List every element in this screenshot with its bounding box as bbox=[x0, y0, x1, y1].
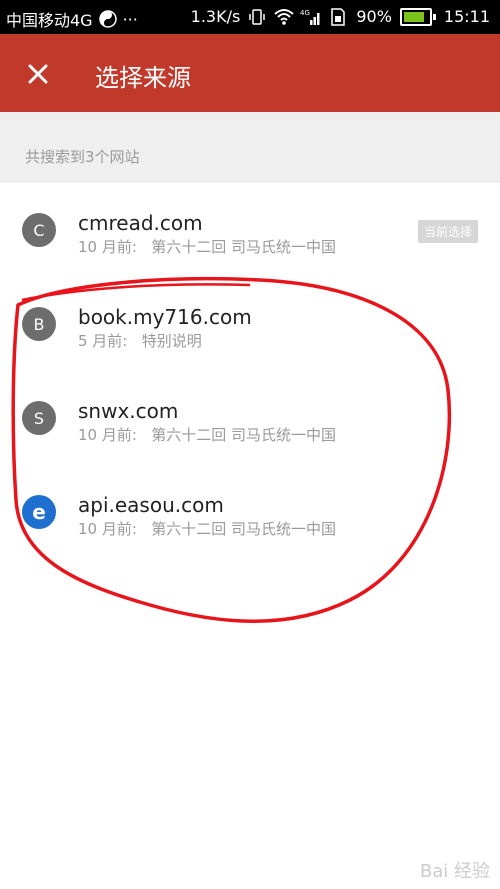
latest-chapter: 第六十二回 司马氏统一中国 bbox=[151, 426, 337, 444]
avatar: C bbox=[22, 213, 56, 247]
update-time: 10 月前: bbox=[78, 238, 137, 256]
status-bar: 中国移动4G ··· 1.3K/s 4G 90% 15:11 bbox=[0, 0, 500, 34]
summary-bar: 共搜索到3个网站 bbox=[0, 112, 500, 183]
yin-yang-icon bbox=[98, 10, 117, 28]
update-time: 10 月前: bbox=[78, 520, 137, 538]
update-info: 10 月前: 第六十二回 司马氏统一中国 bbox=[78, 518, 336, 539]
result-count: 共搜索到3个网站 bbox=[25, 148, 140, 166]
sim-icon bbox=[330, 7, 348, 26]
latest-chapter: 特别说明 bbox=[141, 332, 202, 350]
clock: 15:11 bbox=[443, 7, 490, 26]
latest-chapter: 第六十二回 司马氏统一中国 bbox=[151, 520, 337, 538]
update-info: 5 月前: 特别说明 bbox=[78, 330, 202, 351]
update-info: 10 月前: 第六十二回 司马氏统一中国 bbox=[78, 424, 336, 445]
network-speed: 1.3K/s bbox=[190, 7, 241, 26]
status-left: 中国移动4G ··· bbox=[6, 7, 138, 31]
battery-percent: 90% bbox=[356, 7, 392, 26]
update-info: 10 月前: 第六十二回 司马氏统一中国 bbox=[78, 236, 336, 257]
site-name: book.my716.com bbox=[78, 305, 252, 329]
status-right: 1.3K/s 4G 90% 15:11 bbox=[191, 7, 490, 26]
avatar: B bbox=[22, 307, 56, 341]
list-item-source[interactable]: C cmread.com 10 月前: 第六十二回 司马氏统一中国 当前选择 bbox=[0, 183, 500, 277]
latest-chapter: 第六十二回 司马氏统一中国 bbox=[151, 238, 337, 256]
vibrate-icon bbox=[248, 8, 266, 26]
current-selection-badge: 当前选择 bbox=[417, 220, 478, 243]
battery-icon bbox=[399, 7, 436, 26]
update-time: 10 月前: bbox=[78, 426, 137, 444]
more-icon: ··· bbox=[122, 9, 138, 29]
app-bar: 选择来源 bbox=[0, 34, 500, 112]
list-item-source[interactable]: S snwx.com 10 月前: 第六十二回 司马氏统一中国 bbox=[0, 371, 500, 465]
avatar: S bbox=[22, 401, 56, 435]
site-name: snwx.com bbox=[78, 399, 179, 423]
wifi-icon bbox=[274, 8, 294, 26]
close-button[interactable] bbox=[22, 58, 54, 90]
site-name: cmread.com bbox=[78, 211, 203, 235]
site-name: api.easou.com bbox=[78, 493, 224, 517]
update-time: 5 月前: bbox=[78, 332, 128, 350]
close-icon bbox=[28, 64, 48, 84]
easou-logo-icon: e bbox=[22, 495, 56, 529]
list-item-source[interactable]: B book.my716.com 5 月前: 特别说明 bbox=[0, 277, 500, 371]
svg-text:4G: 4G bbox=[300, 9, 310, 17]
signal-icon: 4G bbox=[300, 8, 322, 26]
list-item-source[interactable]: e api.easou.com 10 月前: 第六十二回 司马氏统一中国 bbox=[0, 465, 500, 559]
page-title: 选择来源 bbox=[95, 64, 191, 92]
carrier-label: 中国移动4G bbox=[6, 11, 93, 30]
watermark: Bai 经验 bbox=[419, 861, 490, 882]
